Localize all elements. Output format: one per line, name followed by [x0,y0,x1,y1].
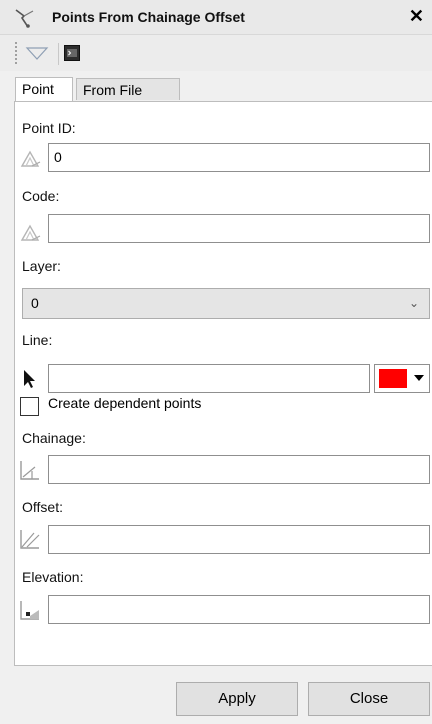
color-swatch [379,369,407,388]
dialog-footer: Apply Close [0,666,432,724]
code-input[interactable] [48,214,430,243]
offset-input[interactable] [48,525,430,554]
layer-selected-value: 0 [31,295,39,311]
pointer-arrow-icon[interactable] [18,367,42,391]
dropdown-arrow-icon [414,375,424,381]
line-color-picker[interactable] [374,364,430,393]
title-bar: Points From Chainage Offset ✕ [0,0,432,35]
line-label: Line: [22,332,53,348]
point-id-label: Point ID: [22,120,76,136]
close-button[interactable]: Close [308,682,430,716]
chainage-icon [20,461,39,480]
tab-from-file[interactable]: From File [76,78,180,100]
close-icon[interactable]: ✕ [409,6,424,26]
chainage-offset-app-icon [15,9,34,28]
create-dependent-points-checkbox[interactable] [20,397,39,416]
window-title: Points From Chainage Offset [52,9,245,25]
elevation-input[interactable] [48,595,430,624]
create-dependent-points-label: Create dependent points [48,395,202,411]
chevron-down-icon: ⌄ [408,296,419,310]
grip-icon[interactable] [14,41,18,65]
offset-label: Offset: [22,499,63,515]
apply-button[interactable]: Apply [176,682,298,716]
tab-point[interactable]: Point [15,77,73,102]
point-id-input[interactable]: 0 [48,143,430,172]
code-label: Code: [22,188,60,204]
triangle-dropdown-icon[interactable] [24,43,50,63]
point-id-icon [20,150,41,167]
elevation-icon [20,601,39,620]
chainage-label: Chainage: [22,430,86,446]
terminal-icon[interactable] [64,45,80,61]
layer-label: Layer: [22,258,61,274]
code-icon [20,224,41,241]
elevation-label: Elevation: [22,569,84,585]
layer-select[interactable]: 0 ⌄ [22,288,430,319]
line-input[interactable] [48,364,370,393]
chainage-input[interactable] [48,455,430,484]
offset-icon [20,530,40,549]
toolbar-separator [58,43,59,65]
toolbar [0,35,432,71]
